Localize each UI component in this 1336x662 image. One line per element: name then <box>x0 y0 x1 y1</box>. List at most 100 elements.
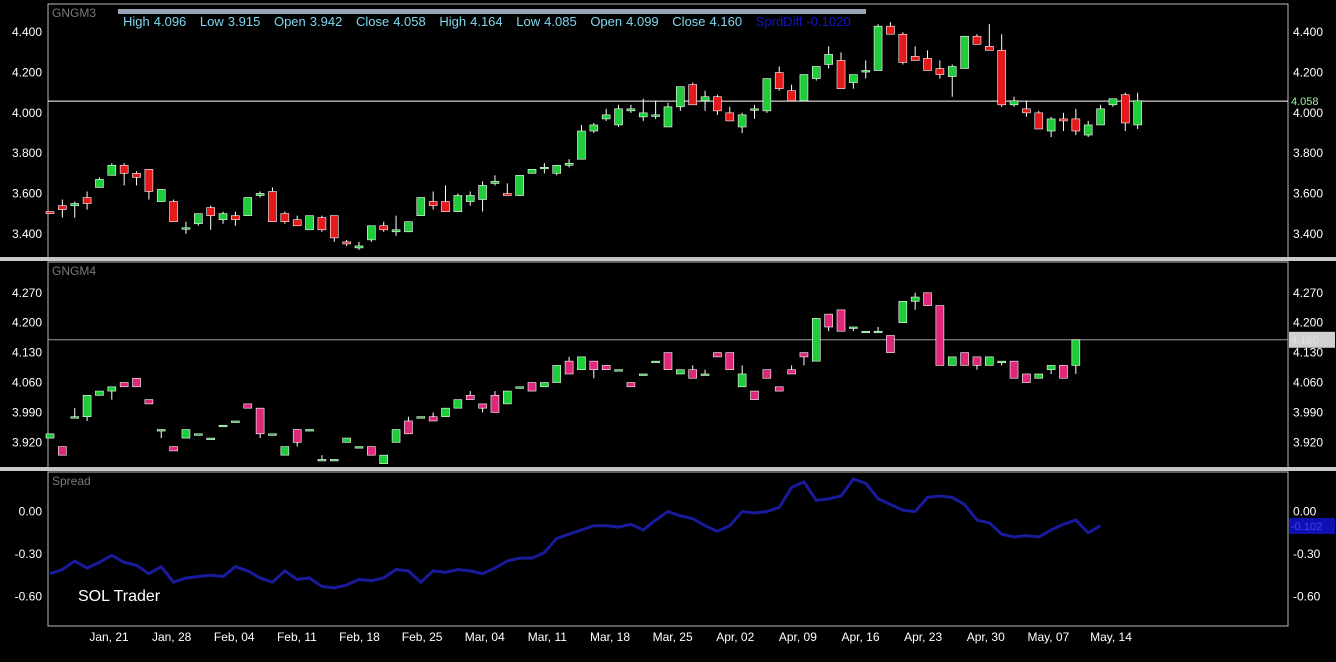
candle <box>268 191 277 223</box>
candle <box>527 382 537 392</box>
candle <box>231 215 240 220</box>
x-tick: May, 14 <box>1090 630 1132 644</box>
candle <box>824 313 833 328</box>
y-tick-left: -0.30 <box>15 547 43 561</box>
spread-diff-value: -0.1020 <box>806 14 851 29</box>
candle <box>787 90 796 102</box>
candle <box>1046 118 1056 132</box>
candle <box>614 369 623 372</box>
candle <box>465 395 475 400</box>
x-tick: Apr, 16 <box>841 630 879 644</box>
candle <box>181 429 191 439</box>
candle <box>614 108 623 126</box>
candle <box>441 201 450 212</box>
candle <box>836 309 846 332</box>
candle <box>923 58 932 71</box>
y-tick-right: 3.920 <box>1293 435 1323 449</box>
candle <box>1059 365 1068 379</box>
brand-label: SOL Trader <box>78 588 161 605</box>
x-tick: Jan, 28 <box>152 630 192 644</box>
candle <box>379 225 389 231</box>
y-tick-right: 4.200 <box>1293 316 1323 330</box>
candle <box>515 386 524 389</box>
x-tick: Mar, 25 <box>653 630 693 644</box>
candle <box>1108 98 1118 106</box>
candle <box>45 211 55 214</box>
candle <box>886 25 895 35</box>
candle <box>552 164 562 174</box>
y-tick-left: 3.920 <box>12 435 42 449</box>
candle <box>910 56 920 61</box>
candle <box>960 35 969 69</box>
candle <box>577 130 586 160</box>
candle <box>82 197 92 204</box>
candle <box>119 164 129 174</box>
candle <box>564 360 574 375</box>
candle <box>45 433 55 439</box>
x-tick: Mar, 11 <box>528 630 567 644</box>
candle <box>947 356 957 366</box>
spread-diff-label: SprdDiff <box>755 14 803 29</box>
last-value-label: 4.058 <box>1291 96 1319 108</box>
y-tick-right: 0.00 <box>1293 505 1317 519</box>
candle <box>527 169 537 174</box>
open2-label: Open <box>590 14 623 29</box>
high2-label: High <box>439 14 467 29</box>
candle <box>725 352 735 371</box>
candle <box>367 225 376 241</box>
y-tick-right: 3.990 <box>1293 405 1323 419</box>
candle <box>577 356 586 371</box>
candle <box>490 395 500 413</box>
candle <box>1009 360 1019 379</box>
high-label: High <box>123 14 150 29</box>
candle <box>626 382 636 388</box>
candle <box>58 205 67 210</box>
x-tick: May, 07 <box>1027 630 1069 644</box>
candle <box>638 112 648 118</box>
x-tick: Feb, 04 <box>214 630 255 644</box>
low-label: Low <box>199 14 224 29</box>
candle <box>849 74 858 83</box>
candle <box>700 96 710 102</box>
candle <box>169 201 178 223</box>
y-tick-right: -0.60 <box>1293 589 1321 603</box>
x-tick: Mar, 18 <box>590 630 630 644</box>
candle <box>169 446 178 452</box>
candle <box>243 197 253 216</box>
y-tick-right: 4.400 <box>1293 25 1323 39</box>
y-tick-left: 4.200 <box>12 66 42 80</box>
candle <box>515 175 524 196</box>
x-tick: Feb, 11 <box>277 630 317 644</box>
candle <box>589 124 599 132</box>
candle <box>688 84 697 106</box>
y-tick-left: 4.270 <box>12 286 42 300</box>
candle <box>836 60 846 89</box>
candle <box>478 403 487 409</box>
candle <box>132 173 141 178</box>
candle <box>70 203 80 206</box>
candle <box>255 193 265 196</box>
candle <box>725 112 735 122</box>
candle <box>107 386 117 392</box>
y-tick-right: 3.400 <box>1293 227 1323 241</box>
candle <box>82 395 92 418</box>
x-tick: Apr, 09 <box>779 630 817 644</box>
candle <box>1022 373 1031 383</box>
candle <box>268 433 277 436</box>
candle <box>280 446 290 456</box>
candle <box>849 326 858 329</box>
candle <box>453 195 463 212</box>
y-tick-right: 4.270 <box>1293 286 1323 300</box>
candle <box>861 70 871 73</box>
candle <box>156 189 166 202</box>
candle <box>750 108 759 111</box>
candle <box>416 197 426 216</box>
close-label: Close <box>355 14 390 29</box>
candle <box>663 106 673 128</box>
candle <box>1133 100 1142 126</box>
candle <box>737 114 747 128</box>
candle <box>181 227 191 230</box>
y-tick-left: 3.990 <box>12 405 42 419</box>
x-tick: Mar, 04 <box>465 630 505 644</box>
open2-value: 4.099 <box>626 14 659 29</box>
